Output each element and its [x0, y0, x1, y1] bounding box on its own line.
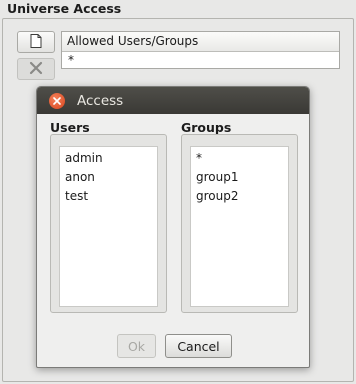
add-entry-button[interactable] — [17, 31, 55, 53]
access-dialog: Access Users admin anon test Groups * gr… — [36, 86, 310, 368]
users-list[interactable]: admin anon test — [59, 146, 158, 307]
dialog-titlebar[interactable]: Access — [37, 87, 309, 114]
list-item[interactable]: group1 — [191, 168, 288, 187]
table-header[interactable]: Allowed Users/Groups — [62, 32, 339, 52]
close-x-icon — [29, 61, 43, 78]
panel-title: Universe Access — [7, 1, 122, 16]
close-icon — [53, 94, 61, 108]
list-item[interactable]: group2 — [191, 187, 288, 206]
list-item[interactable]: admin — [60, 149, 157, 168]
allowed-table: Allowed Users/Groups * — [61, 31, 340, 69]
list-item[interactable]: test — [60, 187, 157, 206]
dialog-title: Access — [77, 92, 124, 109]
ok-button[interactable]: Ok — [117, 334, 156, 358]
remove-entry-button[interactable] — [17, 58, 55, 80]
groups-label: Groups — [181, 120, 232, 135]
users-group: admin anon test — [50, 134, 167, 313]
table-row[interactable]: * — [62, 52, 339, 68]
cancel-button[interactable]: Cancel — [165, 334, 232, 358]
list-item[interactable]: * — [191, 149, 288, 168]
document-new-icon — [30, 33, 42, 51]
groups-group: * group1 group2 — [181, 134, 298, 313]
dialog-close-button[interactable] — [49, 92, 65, 109]
users-label: Users — [50, 120, 90, 135]
groups-list[interactable]: * group1 group2 — [190, 146, 289, 307]
list-item[interactable]: anon — [60, 168, 157, 187]
